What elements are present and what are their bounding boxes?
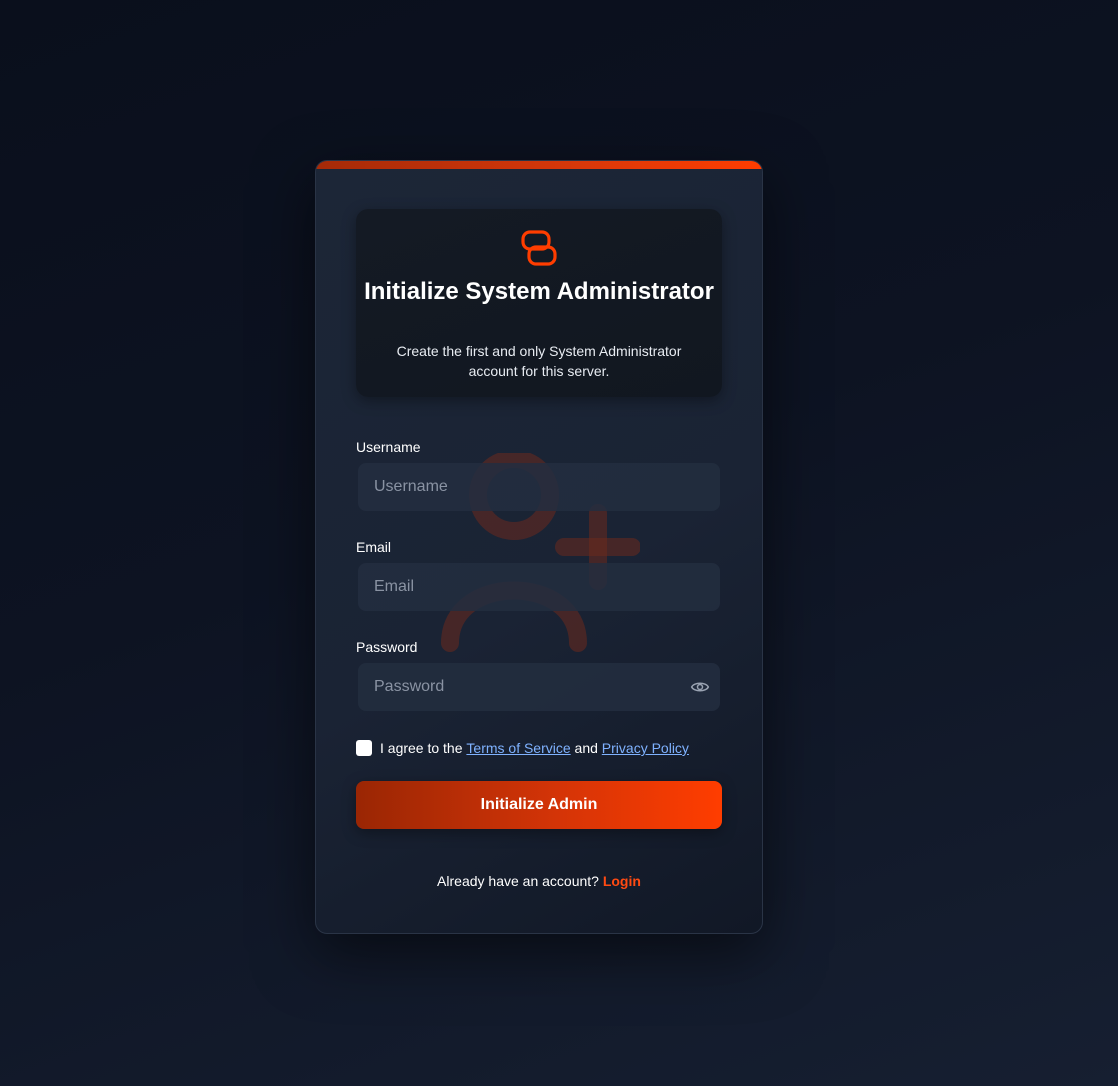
- eye-icon[interactable]: [690, 677, 710, 697]
- brand-logo-icon: [521, 230, 557, 266]
- password-label: Password: [356, 639, 418, 655]
- agree-prefix-text: I agree to the: [380, 740, 467, 756]
- agree-middle-text: and: [570, 740, 602, 756]
- terms-of-service-link[interactable]: Terms of Service: [466, 740, 570, 756]
- password-input[interactable]: [358, 663, 720, 711]
- privacy-policy-link[interactable]: Privacy Policy: [602, 740, 689, 756]
- email-field-wrap: [358, 563, 720, 611]
- login-link[interactable]: Login: [603, 873, 641, 889]
- header-panel: Initialize System Administrator Create t…: [356, 209, 722, 397]
- password-field-wrap: [358, 663, 720, 711]
- username-label: Username: [356, 439, 421, 455]
- terms-checkbox[interactable]: [356, 740, 372, 756]
- username-field-wrap: [358, 463, 720, 511]
- email-input[interactable]: [358, 563, 720, 611]
- login-prompt-text: Already have an account?: [437, 873, 603, 889]
- email-label: Email: [356, 539, 392, 555]
- setup-card: Initialize System Administrator Create t…: [315, 160, 763, 934]
- card-accent-bar: [316, 161, 762, 169]
- page-subtitle: Create the first and only System Adminis…: [396, 343, 682, 379]
- terms-agreement-row: I agree to the Terms of Service and Priv…: [356, 739, 689, 757]
- initialize-admin-button[interactable]: Initialize Admin: [356, 781, 722, 829]
- username-input[interactable]: [358, 463, 720, 511]
- page-title: Initialize System Administrator: [364, 278, 714, 305]
- login-prompt: Already have an account? Login: [316, 873, 762, 889]
